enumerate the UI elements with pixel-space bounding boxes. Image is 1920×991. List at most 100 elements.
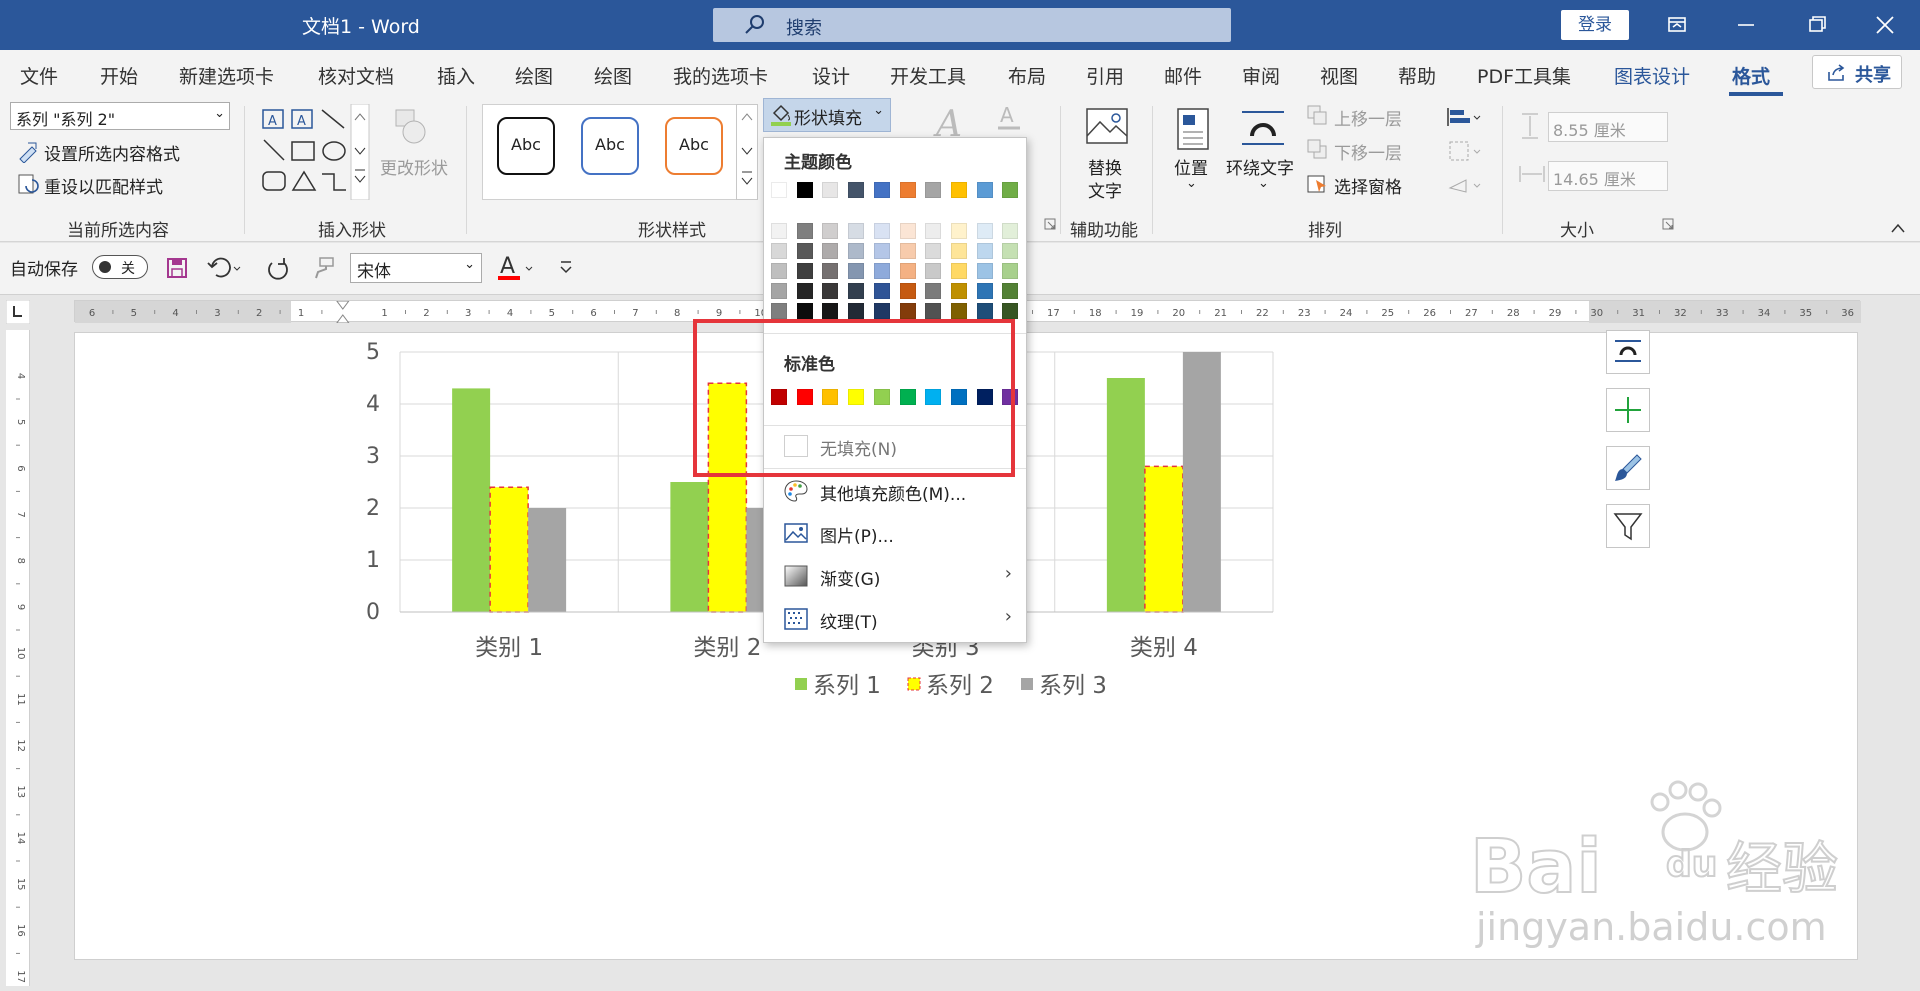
chart-styles-button[interactable]: [1606, 446, 1650, 490]
theme-shade-swatch[interactable]: [899, 223, 916, 239]
theme-shade-swatch[interactable]: [771, 223, 787, 239]
theme-shade-swatch[interactable]: [771, 263, 787, 279]
chart-elements-button[interactable]: [1606, 388, 1650, 432]
theme-shade-swatch[interactable]: [899, 263, 916, 279]
minimize-icon[interactable]: [1729, 10, 1763, 40]
theme-shade-swatch[interactable]: [1002, 283, 1019, 299]
theme-shade-swatch[interactable]: [976, 243, 993, 259]
dialog-launcher-icon[interactable]: [1044, 218, 1056, 230]
theme-shade-swatch[interactable]: [771, 243, 787, 259]
theme-shade-swatch[interactable]: [822, 283, 839, 299]
more-fill-colors-item[interactable]: 其他填充颜色(M)...: [764, 473, 1026, 509]
tab-my-tab[interactable]: 我的选项卡: [673, 62, 768, 89]
bar-series-1[interactable]: [452, 388, 491, 612]
theme-shade-swatch[interactable]: [848, 303, 865, 319]
tab-pdf-tools[interactable]: PDF工具集: [1477, 62, 1571, 89]
customize-qat-icon[interactable]: [558, 259, 574, 275]
collapse-ribbon-icon[interactable]: [1890, 222, 1906, 234]
tab-file[interactable]: 文件: [20, 62, 58, 89]
first-line-indent-marker[interactable]: [335, 300, 350, 310]
theme-color-swatch[interactable]: [950, 182, 967, 198]
vertical-ruler[interactable]: 456789101112131415161718: [6, 330, 30, 986]
hanging-indent-marker[interactable]: [335, 314, 350, 324]
tab-layout[interactable]: 布局: [1008, 62, 1046, 89]
theme-color-swatch[interactable]: [796, 182, 813, 198]
theme-color-swatch[interactable]: [848, 182, 865, 198]
height-input[interactable]: 8.55 厘米: [1548, 112, 1668, 142]
tab-help[interactable]: 帮助: [1398, 62, 1436, 89]
tab-new-tab[interactable]: 新建选项卡: [179, 62, 274, 89]
close-icon[interactable]: [1868, 10, 1902, 40]
ribbon-display-options-icon[interactable]: [1660, 10, 1694, 40]
gradient-fill-item[interactable]: 渐变(G) ›: [764, 558, 1026, 594]
send-backward-button[interactable]: 下移一层: [1334, 139, 1402, 164]
tab-design[interactable]: 设计: [812, 62, 850, 89]
theme-shade-swatch[interactable]: [950, 243, 967, 259]
chart-filters-button[interactable]: [1606, 504, 1650, 548]
theme-shade-swatch[interactable]: [1002, 263, 1019, 279]
tab-format[interactable]: 格式: [1732, 62, 1770, 89]
tab-insert[interactable]: 插入: [437, 62, 475, 89]
tab-chart-design[interactable]: 图表设计: [1614, 62, 1690, 89]
theme-shade-swatch[interactable]: [1002, 303, 1019, 319]
theme-shade-swatch[interactable]: [925, 223, 942, 239]
layout-options-button[interactable]: [1606, 330, 1650, 374]
theme-shade-swatch[interactable]: [899, 303, 916, 319]
tab-references[interactable]: 引用: [1086, 62, 1124, 89]
theme-shade-swatch[interactable]: [950, 303, 967, 319]
theme-shade-swatch[interactable]: [925, 303, 942, 319]
theme-shade-swatch[interactable]: [822, 223, 839, 239]
theme-color-swatch[interactable]: [1002, 182, 1019, 198]
theme-shade-swatch[interactable]: [925, 263, 942, 279]
bar-series-3[interactable]: [1182, 352, 1221, 612]
theme-color-swatch[interactable]: [899, 182, 916, 198]
theme-shade-swatch[interactable]: [1002, 223, 1019, 239]
theme-shade-swatch[interactable]: [976, 303, 993, 319]
bar-series-1[interactable]: [670, 482, 709, 612]
font-name-dropdown[interactable]: 宋体 ⌄: [350, 253, 482, 283]
theme-shade-swatch[interactable]: [899, 283, 916, 299]
theme-shade-swatch[interactable]: [822, 243, 839, 259]
theme-shade-swatch[interactable]: [771, 283, 787, 299]
theme-shade-swatch[interactable]: [771, 303, 787, 319]
tab-review[interactable]: 审阅: [1242, 62, 1280, 89]
theme-shade-swatch[interactable]: [873, 303, 890, 319]
theme-color-swatch[interactable]: [771, 182, 787, 198]
login-button[interactable]: 登录: [1561, 10, 1629, 40]
selection-pane-button[interactable]: 选择窗格: [1334, 173, 1402, 198]
theme-shade-swatch[interactable]: [848, 223, 865, 239]
style-sample-orange[interactable]: Abc: [665, 117, 723, 175]
theme-shade-swatch[interactable]: [976, 263, 993, 279]
theme-shade-swatch[interactable]: [976, 223, 993, 239]
align-rotate-icons[interactable]: [1444, 104, 1484, 200]
theme-shade-swatch[interactable]: [822, 303, 839, 319]
share-button[interactable]: 共享: [1812, 55, 1902, 89]
theme-shade-swatch[interactable]: [950, 263, 967, 279]
save-icon[interactable]: [166, 257, 188, 279]
theme-shade-swatch[interactable]: [873, 223, 890, 239]
theme-shade-swatch[interactable]: [848, 283, 865, 299]
bar-series-2[interactable]: [489, 486, 529, 613]
tab-developer[interactable]: 开发工具: [890, 62, 966, 89]
theme-shade-swatch[interactable]: [873, 263, 890, 279]
theme-shade-swatch[interactable]: [796, 243, 813, 259]
undo-icon[interactable]: [206, 255, 242, 281]
bar-series-3[interactable]: [528, 508, 567, 612]
autosave-toggle[interactable]: 关: [92, 255, 148, 279]
style-sample-black[interactable]: Abc: [497, 117, 555, 175]
redo-icon[interactable]: [264, 255, 292, 283]
tab-review-doc[interactable]: 核对文档: [318, 62, 394, 89]
styles-scroll[interactable]: [736, 104, 758, 200]
alt-text-button[interactable]: 替换: [1088, 154, 1122, 179]
dialog-launcher-icon[interactable]: [1662, 218, 1674, 230]
style-sample-blue[interactable]: Abc: [581, 117, 639, 175]
theme-shade-swatch[interactable]: [873, 243, 890, 259]
tab-selector-icon[interactable]: [6, 300, 30, 324]
shape-styles-gallery[interactable]: Abc Abc Abc: [482, 104, 758, 200]
tab-mailings[interactable]: 邮件: [1164, 62, 1202, 89]
theme-shade-swatch[interactable]: [950, 283, 967, 299]
picture-fill-item[interactable]: 图片(P)...: [764, 515, 1026, 551]
theme-shade-swatch[interactable]: [1002, 243, 1019, 259]
tab-draw-2[interactable]: 绘图: [594, 62, 632, 89]
bring-forward-button[interactable]: 上移一层: [1334, 105, 1402, 130]
